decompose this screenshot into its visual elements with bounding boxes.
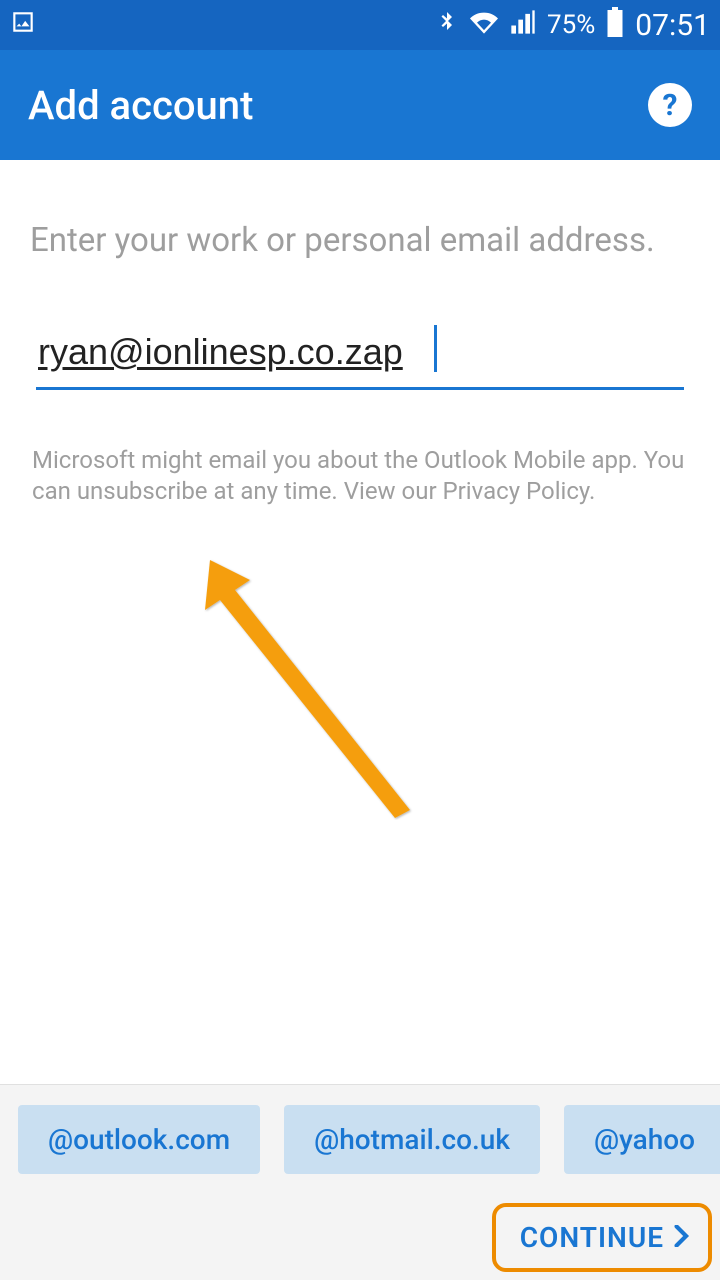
suggestion-outlook[interactable]: @outlook.com (18, 1105, 260, 1174)
disclaimer-text: Microsoft might email you about the Outl… (30, 445, 690, 507)
prompt-text: Enter your work or personal email addres… (30, 220, 690, 263)
email-field-wrap (36, 323, 684, 390)
page-title: Add account (28, 82, 253, 129)
bluetooth-icon (435, 8, 459, 43)
main-content: Enter your work or personal email addres… (0, 160, 720, 1084)
status-bar: 75% 07:51 (0, 0, 720, 50)
battery-icon (605, 7, 625, 44)
chevron-right-icon (674, 1221, 690, 1254)
email-input[interactable] (36, 323, 684, 390)
domain-suggestions: @outlook.com @hotmail.co.uk @yahoo (0, 1085, 720, 1194)
suggestion-hotmail[interactable]: @hotmail.co.uk (284, 1105, 540, 1174)
app-bar: Add account ? (0, 50, 720, 160)
wifi-icon (469, 8, 499, 43)
continue-button[interactable]: CONTINUE (492, 1203, 712, 1272)
image-icon (10, 9, 36, 42)
signal-icon (509, 8, 537, 43)
battery-percent: 75% (547, 10, 595, 40)
help-icon[interactable]: ? (648, 83, 692, 127)
suggestion-yahoo[interactable]: @yahoo (564, 1105, 720, 1174)
clock-text: 07:51 (635, 8, 710, 43)
annotation-arrow (180, 550, 420, 820)
text-caret (434, 325, 437, 372)
continue-label: CONTINUE (520, 1221, 664, 1254)
footer: CONTINUE (0, 1194, 720, 1280)
